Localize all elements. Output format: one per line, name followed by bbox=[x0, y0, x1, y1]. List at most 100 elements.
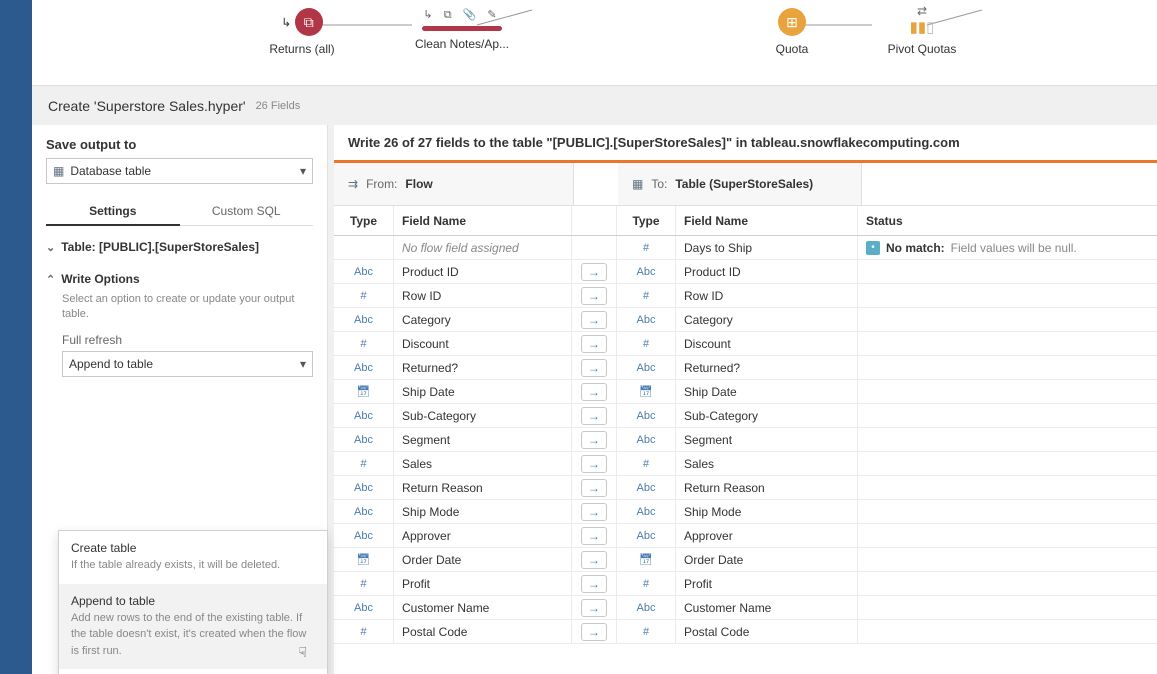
mapping-source-target-header: ⇉ From: Flow ▦ To: Table (SuperStoreSale… bbox=[334, 163, 1157, 206]
col-header-arrow bbox=[572, 206, 616, 235]
mapping-row[interactable]: Abc Returned? → Abc Returned? bbox=[334, 356, 1157, 380]
output-type-value: Database table bbox=[70, 164, 151, 178]
map-arrow-button[interactable]: → bbox=[581, 455, 607, 473]
mapping-row[interactable]: Abc Return Reason → Abc Return Reason bbox=[334, 476, 1157, 500]
write-mode-value: Append to table bbox=[69, 357, 153, 371]
flow-node-returns[interactable]: ↳ ⧉ Returns (all) bbox=[242, 8, 362, 56]
mapping-row[interactable]: No flow field assigned # Days to Ship • … bbox=[334, 236, 1157, 260]
flow-links bbox=[32, 0, 1157, 85]
write-summary-banner: Write 26 of 27 fields to the table "[PUB… bbox=[334, 125, 1157, 150]
flow-node-pivot[interactable]: ⇄ ▮▮▯ Pivot Quotas bbox=[862, 4, 982, 56]
map-arrow-button[interactable]: → bbox=[581, 383, 607, 401]
from-name-cell: Approver bbox=[394, 524, 572, 547]
from-field-name: Sub-Category bbox=[402, 409, 476, 423]
map-arrow-button[interactable]: → bbox=[581, 359, 607, 377]
from-name-cell: Sub-Category bbox=[394, 404, 572, 427]
from-name-cell: Product ID bbox=[394, 260, 572, 283]
node-label: Returns (all) bbox=[242, 42, 362, 56]
output-title: Create 'Superstore Sales.hyper' bbox=[48, 98, 246, 114]
mapping-row[interactable]: # Postal Code → # Postal Code bbox=[334, 620, 1157, 644]
from-field-name: Approver bbox=[402, 529, 451, 543]
mapping-row[interactable]: Abc Ship Mode → Abc Ship Mode bbox=[334, 500, 1157, 524]
map-arrow-button[interactable]: → bbox=[581, 551, 607, 569]
mapping-table: Type Field Name Type Field Name Status N… bbox=[334, 206, 1157, 674]
from-name-cell: Return Reason bbox=[394, 476, 572, 499]
arrow-cell: → bbox=[572, 332, 616, 355]
arrow-cell: → bbox=[572, 428, 616, 451]
mapping-row[interactable]: Abc Sub-Category → Abc Sub-Category bbox=[334, 404, 1157, 428]
map-arrow-button[interactable]: → bbox=[581, 527, 607, 545]
map-arrow-button[interactable]: → bbox=[581, 287, 607, 305]
no-match-icon: • bbox=[866, 241, 880, 255]
tab-custom-sql[interactable]: Custom SQL bbox=[180, 198, 314, 226]
write-mode-select[interactable]: Append to table ▾ bbox=[62, 351, 313, 377]
to-name-cell: Discount bbox=[676, 332, 858, 355]
arrow-cell: → bbox=[572, 284, 616, 307]
from-field-name: Segment bbox=[402, 433, 450, 447]
status-cell bbox=[858, 548, 1157, 571]
dropdown-option-create-table[interactable]: Create table If the table already exists… bbox=[59, 531, 327, 584]
status-cell bbox=[858, 572, 1157, 595]
mapping-row[interactable]: Abc Customer Name → Abc Customer Name bbox=[334, 596, 1157, 620]
mapping-row[interactable]: # Profit → # Profit bbox=[334, 572, 1157, 596]
to-name-cell: Category bbox=[676, 308, 858, 331]
to-type-cell: # bbox=[616, 452, 676, 475]
to-field-name: Postal Code bbox=[684, 625, 749, 639]
output-type-select[interactable]: ▦ Database table ▾ bbox=[46, 158, 313, 184]
to-field-name: Product ID bbox=[684, 265, 741, 279]
table-section-header[interactable]: ⌄ Table: [PUBLIC].[SuperStoreSales] bbox=[46, 236, 313, 258]
to-name-cell: Sales bbox=[676, 452, 858, 475]
from-field-name: Postal Code bbox=[402, 625, 467, 639]
mapping-row[interactable]: Abc Product ID → Abc Product ID bbox=[334, 260, 1157, 284]
dropdown-option-replace-data[interactable]: Replace data Replace data in an existing… bbox=[59, 669, 327, 674]
map-arrow-button[interactable]: → bbox=[581, 431, 607, 449]
map-arrow-button[interactable]: → bbox=[581, 311, 607, 329]
to-type-cell: Abc bbox=[616, 356, 676, 379]
map-arrow-button[interactable]: → bbox=[581, 575, 607, 593]
mapping-row[interactable]: 📅︎ Order Date → 📅︎ Order Date bbox=[334, 548, 1157, 572]
write-options-accordion: ⌃ Write Options Select an option to crea… bbox=[46, 268, 313, 377]
flow-node-quota[interactable]: ⊞ Quota bbox=[732, 8, 852, 56]
to-type-cell: # bbox=[616, 620, 676, 643]
from-type-cell: # bbox=[334, 284, 394, 307]
status-cell bbox=[858, 260, 1157, 283]
mapping-row[interactable]: Abc Segment → Abc Segment bbox=[334, 428, 1157, 452]
no-match-text: Field values will be null. bbox=[951, 241, 1077, 255]
map-arrow-button[interactable]: → bbox=[581, 335, 607, 353]
map-arrow-button[interactable]: → bbox=[581, 479, 607, 497]
mapping-row[interactable]: Abc Category → Abc Category bbox=[334, 308, 1157, 332]
option-description: If the table already exists, it will be … bbox=[71, 557, 315, 574]
from-type-cell: 📅︎ bbox=[334, 380, 394, 403]
map-arrow-button[interactable]: → bbox=[581, 263, 607, 281]
flow-canvas: ↳ ⧉ Returns (all) ↳ ⧉ 📎 ✎ Clean Notes/Ap… bbox=[32, 0, 1157, 85]
option-title: Create table bbox=[71, 541, 315, 555]
dropdown-option-append-to-table[interactable]: Append to table Add new rows to the end … bbox=[59, 584, 327, 670]
mapping-table-header: Type Field Name Type Field Name Status bbox=[334, 206, 1157, 236]
mapping-row[interactable]: # Discount → # Discount bbox=[334, 332, 1157, 356]
from-label: From: bbox=[366, 177, 397, 191]
map-arrow-button[interactable]: → bbox=[581, 623, 607, 641]
to-field-name: Segment bbox=[684, 433, 732, 447]
mapping-row[interactable]: # Sales → # Sales bbox=[334, 452, 1157, 476]
to-type-cell: # bbox=[616, 284, 676, 307]
mapping-row[interactable]: 📅︎ Ship Date → 📅︎ Ship Date bbox=[334, 380, 1157, 404]
table-section-label: Table: [PUBLIC].[SuperStoreSales] bbox=[61, 240, 259, 254]
flow-node-clean[interactable]: ↳ ⧉ 📎 ✎ Clean Notes/Ap... bbox=[402, 8, 522, 51]
arrow-cell: → bbox=[572, 476, 616, 499]
write-options-header[interactable]: ⌃ Write Options bbox=[46, 268, 313, 290]
map-arrow-button[interactable]: → bbox=[581, 599, 607, 617]
from-field-name: Customer Name bbox=[402, 601, 489, 615]
to-field-name: Discount bbox=[684, 337, 731, 351]
from-name-cell: Ship Date bbox=[394, 380, 572, 403]
from-name-cell: Postal Code bbox=[394, 620, 572, 643]
mapping-row[interactable]: Abc Approver → Abc Approver bbox=[334, 524, 1157, 548]
arrow-cell: → bbox=[572, 452, 616, 475]
flow-icon: ⇉ bbox=[348, 177, 358, 191]
content-row: Save output to ▦ Database table ▾ Settin… bbox=[32, 125, 1157, 674]
map-arrow-button[interactable]: → bbox=[581, 503, 607, 521]
option-description: Add new rows to the end of the existing … bbox=[71, 610, 315, 660]
tab-settings[interactable]: Settings bbox=[46, 198, 180, 226]
from-type-cell: Abc bbox=[334, 476, 394, 499]
mapping-row[interactable]: # Row ID → # Row ID bbox=[334, 284, 1157, 308]
map-arrow-button[interactable]: → bbox=[581, 407, 607, 425]
